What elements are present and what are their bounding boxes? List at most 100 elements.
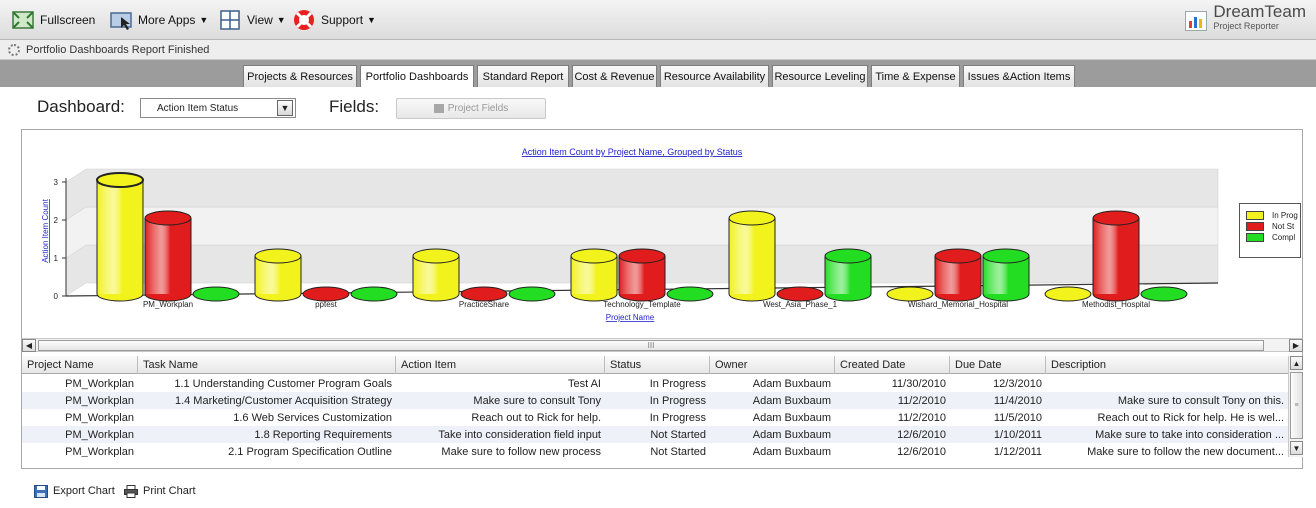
chart-x-axis-label[interactable]: Project Name — [606, 313, 655, 322]
chart-bar[interactable] — [824, 248, 872, 302]
column-header-label: Description — [1051, 359, 1107, 371]
tab-projects-resources[interactable]: Projects & Resources — [243, 65, 357, 87]
tab-resource-availability[interactable]: Resource Availability — [660, 65, 769, 87]
table-cell: PM_Workplan — [65, 428, 134, 441]
tab-issues-action-items[interactable]: Issues &Action Items — [963, 65, 1075, 87]
printer-icon — [124, 484, 138, 498]
table-cell: PM_Workplan — [65, 377, 134, 390]
column-header-owner[interactable]: Owner — [710, 356, 835, 374]
chart-bar[interactable] — [302, 286, 350, 302]
table-row[interactable]: PM_Workplan 2.1 Program Specification Out… — [22, 443, 1288, 458]
chart-bar[interactable] — [728, 210, 776, 302]
chart-bar[interactable] — [1140, 286, 1188, 302]
tab-portfolio-dashboards[interactable]: Portfolio Dashboards — [360, 65, 474, 87]
scroll-down-icon[interactable]: ▼ — [1290, 441, 1303, 455]
print-chart-button[interactable]: Print Chart — [124, 483, 196, 499]
chart-y-axis-label[interactable]: Action Item Count — [41, 198, 50, 262]
chart-bar[interactable] — [982, 248, 1030, 302]
table-cell: 11/30/2010 — [891, 377, 946, 390]
table-cell: Test AI — [567, 377, 601, 390]
chevron-down-icon[interactable]: ▼ — [277, 100, 293, 116]
column-header-description[interactable]: Description — [1046, 356, 1288, 374]
bar-chart-icon — [1185, 11, 1208, 31]
chart-bar[interactable] — [508, 286, 556, 302]
dashboard-select[interactable]: Action Item Status ▼ — [140, 98, 296, 118]
chart-bar[interactable] — [1044, 286, 1092, 302]
chart-bar[interactable] — [1092, 210, 1140, 302]
table-row[interactable]: PM_Workplan 1.4 Marketing/Customer Acquis… — [22, 392, 1288, 409]
tab-resource-leveling[interactable]: Resource Leveling — [772, 65, 868, 87]
chart-category-label: Wishard_Memorial_Hospital — [908, 300, 1008, 309]
table-vertical-scrollbar[interactable]: ▲ ≡ ▼ — [1288, 356, 1303, 457]
table-cell: 12/6/2010 — [897, 428, 946, 441]
column-header-status[interactable]: Status — [605, 356, 710, 374]
layout-grid-icon — [220, 10, 240, 30]
table-row[interactable]: PM_Workplan 1.6 Web Services Customizatio… — [22, 409, 1288, 426]
column-header-due-date[interactable]: Due Date — [950, 356, 1046, 374]
table-cell: 1.4 Marketing/Customer Acquisition Strat… — [174, 394, 392, 407]
export-chart-button[interactable]: Export Chart — [34, 483, 115, 499]
column-header-label: Task Name — [143, 359, 199, 371]
scrollbar-thumb[interactable]: III — [38, 340, 1264, 351]
table-cell: PM_Workplan — [65, 411, 134, 424]
chart-bar[interactable] — [144, 210, 192, 302]
chart-bar[interactable] — [96, 172, 144, 302]
legend-label: Compl — [1272, 233, 1296, 242]
chevron-down-icon: ▼ — [199, 15, 209, 25]
scroll-right-icon[interactable]: ▶ — [1289, 339, 1303, 352]
view-menu[interactable]: View ▼ — [218, 8, 286, 32]
chart-bar[interactable] — [460, 286, 508, 302]
table-row[interactable]: PM_Workplan 1.8 Reporting Requirements Tak… — [22, 426, 1288, 443]
table-cell: Not Started — [650, 428, 706, 441]
column-header-label: Due Date — [955, 359, 1002, 371]
chart-bar[interactable] — [886, 286, 934, 302]
table-cell: 1/12/2011 — [993, 445, 1042, 458]
support-label: Support — [321, 13, 364, 27]
tab-cost-revenue[interactable]: Cost & Revenue — [572, 65, 657, 87]
column-header-label: Created Date — [840, 359, 906, 371]
scroll-up-icon[interactable]: ▲ — [1290, 356, 1303, 370]
legend-swatch — [1246, 211, 1264, 220]
project-fields-button[interactable]: Project Fields — [396, 98, 546, 119]
brand-title: DreamTeam — [1213, 2, 1306, 21]
column-header-action-item[interactable]: Action Item — [396, 356, 605, 374]
chart-legend: In Prog Not St Compl — [1239, 203, 1301, 258]
fullscreen-button[interactable]: Fullscreen — [11, 8, 95, 32]
chart-title[interactable]: Action Item Count by Project Name, Group… — [522, 147, 743, 157]
table-cell: Reach out to Rick for help. He is wel... — [1097, 411, 1284, 424]
scrollbar-thumb[interactable]: ≡ — [1290, 372, 1303, 439]
chart-bar[interactable] — [618, 248, 666, 302]
status-bar: Portfolio Dashboards Report Finished — [0, 40, 1316, 60]
table-cell: 11/5/2010 — [993, 411, 1042, 424]
more-apps-menu[interactable]: More Apps ▼ — [109, 8, 208, 32]
column-header-task-name[interactable]: Task Name — [138, 356, 396, 374]
chart-bar[interactable] — [254, 248, 302, 302]
column-header-project-name[interactable]: Project Name — [22, 356, 138, 374]
chart-bar[interactable] — [570, 248, 618, 302]
chart-bar[interactable] — [934, 248, 982, 302]
table-cell: In Progress — [649, 377, 706, 390]
tab-standard-report[interactable]: Standard Report — [477, 65, 569, 87]
scroll-left-icon[interactable]: ◀ — [22, 339, 36, 352]
chart-bar[interactable] — [192, 286, 240, 302]
tab-label: Projects & Resources — [247, 70, 353, 83]
tab-time-expense[interactable]: Time & Expense — [871, 65, 960, 87]
table-cell: Take into consideration field input — [438, 428, 601, 441]
support-menu[interactable]: Support ▼ — [292, 8, 376, 32]
chart-bar[interactable] — [666, 286, 714, 302]
chart-y-tick-label: 0 — [54, 292, 59, 301]
table-row[interactable]: PM_Workplan 1.1 Understanding Customer Pr… — [22, 375, 1288, 392]
chart-bar[interactable] — [412, 248, 460, 302]
legend-swatch — [1246, 222, 1264, 231]
table-cell: Not Started — [650, 445, 706, 458]
table-cell: Adam Buxbaum — [752, 377, 831, 390]
chart-horizontal-scrollbar[interactable]: ◀ III ▶ — [22, 338, 1303, 352]
chart-bar[interactable] — [776, 286, 824, 302]
chart-bar[interactable] — [350, 286, 398, 302]
scrollbar-grip: ≡ — [1294, 402, 1299, 409]
chart-y-tick-label: 1 — [54, 254, 59, 263]
tab-bar: Projects & Resources Portfolio Dashboard… — [0, 60, 1316, 87]
column-header-created-date[interactable]: Created Date — [835, 356, 950, 374]
table-cell: Adam Buxbaum — [752, 445, 831, 458]
chart-category-label: pptest — [315, 300, 338, 309]
